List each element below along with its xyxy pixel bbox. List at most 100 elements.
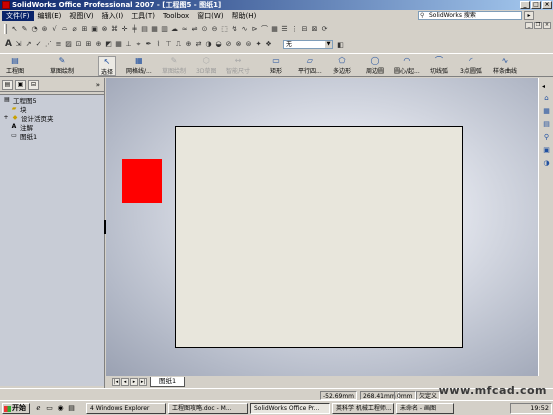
menu-window[interactable]: 窗口(W)	[193, 11, 227, 21]
show-edge-icon[interactable]: ⊞	[84, 39, 93, 49]
cmd-3point-arc[interactable]: ◜ 3点圆弧	[460, 56, 482, 76]
view-palette-icon[interactable]: ▣	[541, 145, 552, 155]
cosmetic-thread-icon[interactable]: ≈	[180, 24, 189, 34]
stacked-balloon-icon[interactable]: ⊙	[200, 24, 209, 34]
revision-table-icon[interactable]: ⊟	[300, 24, 309, 34]
datum-target-icon[interactable]: ⊗	[100, 24, 109, 34]
line-thickness-icon[interactable]: ≡	[54, 39, 63, 49]
center-mark-icon[interactable]: ✛	[120, 24, 129, 34]
wand-icon[interactable]: ✦	[254, 39, 263, 49]
collapse-arrow-icon[interactable]: ◂	[542, 83, 545, 90]
display-mode-icon[interactable]: ◒	[214, 39, 223, 49]
auto-balloon-icon[interactable]: ⊛	[40, 24, 49, 34]
multi-jog-leader-icon[interactable]: ↯	[230, 24, 239, 34]
cmd-drawing-group[interactable]: ▤ 工程图	[6, 56, 24, 76]
quicklaunch-explorer-icon[interactable]: ▤	[67, 404, 76, 413]
clock[interactable]: 19:52	[530, 404, 549, 412]
weld-symbol-icon[interactable]: ⌓	[60, 24, 69, 34]
tree-item-annotations[interactable]: A 注解	[0, 122, 104, 132]
balloon-icon[interactable]: ◔	[30, 24, 39, 34]
pen-icon[interactable]: ✒	[144, 39, 153, 49]
model-items-icon[interactable]: ⌘	[110, 24, 119, 34]
weldment-table-icon[interactable]: ⊠	[310, 24, 319, 34]
dowel-pin-icon[interactable]: ⊖	[210, 24, 219, 34]
property-manager-tab[interactable]: ▣	[15, 79, 26, 90]
centerline-icon[interactable]: ╪	[130, 24, 139, 34]
maximize-button[interactable]: □	[531, 1, 541, 9]
expand-panel-icon[interactable]: »	[96, 81, 100, 89]
arrow-icon[interactable]: ↗	[24, 39, 33, 49]
line-style-icon[interactable]: ⋰	[44, 39, 53, 49]
cmd-rectangle[interactable]: ▭ 矩形	[270, 56, 282, 76]
line-color-icon[interactable]: ▨	[64, 39, 73, 49]
align-icon[interactable]: ⊤	[164, 39, 173, 49]
prev-sheet-button[interactable]: ◂	[121, 378, 129, 386]
dimension-icon[interactable]: ⇲	[14, 39, 23, 49]
minimize-button[interactable]: _	[520, 1, 530, 9]
sheet-tab-active[interactable]: 图纸1	[150, 377, 186, 387]
cmd-3d-sketch[interactable]: ⬡ 3D草图	[196, 56, 216, 76]
layer-manager-icon[interactable]: ◧	[336, 40, 345, 50]
task-word-doc[interactable]: 工程图攻略.doc - M...	[168, 403, 248, 414]
quicklaunch-media-icon[interactable]: ◉	[56, 404, 65, 413]
plus-icon[interactable]: ⊕	[184, 39, 193, 49]
revision-cloud-icon[interactable]: ☁	[170, 24, 179, 34]
layer-select[interactable]: 无 ▼	[283, 40, 333, 49]
block-icon[interactable]: ▦	[150, 24, 159, 34]
toolbar-grip[interactable]	[4, 23, 7, 34]
measure-icon[interactable]: ⎍	[174, 39, 183, 49]
menu-tools[interactable]: 工具(T)	[127, 11, 159, 21]
smart-dimension-icon[interactable]: ↖	[10, 24, 19, 34]
note-icon[interactable]: ✎	[20, 24, 29, 34]
graphics-area[interactable]	[106, 78, 538, 376]
cmd-smart-dimension[interactable]: ↔ 智能尺寸	[226, 56, 250, 76]
menu-help[interactable]: 帮助(H)	[228, 11, 261, 21]
last-sheet-button[interactable]: ▸|	[139, 378, 147, 386]
quicklaunch-ie-icon[interactable]: ℯ	[34, 404, 43, 413]
solidworks-app-icon[interactable]	[2, 1, 10, 9]
search-pane-icon[interactable]: ⚲	[541, 132, 552, 142]
design-library-icon[interactable]: ▦	[541, 106, 552, 116]
general-table-icon[interactable]: ▦	[270, 24, 279, 34]
caterpillar-icon[interactable]: ∿	[240, 24, 249, 34]
check-icon[interactable]: ✓	[34, 39, 43, 49]
hatch-icon[interactable]: ▤	[140, 24, 149, 34]
weld-bead-icon[interactable]: ⌒	[260, 24, 269, 34]
pattern-icon[interactable]: ⊘	[224, 39, 233, 49]
table-icon[interactable]: ▥	[160, 24, 169, 34]
flip-icon[interactable]: ⇄	[194, 39, 203, 49]
cmd-sketch-group[interactable]: ✎ 草图绘制	[50, 56, 74, 76]
grid-icon[interactable]: ▦	[114, 39, 123, 49]
appearances-icon[interactable]: ◑	[541, 158, 552, 168]
layer-props-icon[interactable]: ⊕	[94, 39, 103, 49]
task-engineer[interactable]: 英科学 机械工程师...	[332, 403, 394, 414]
tree-item-sheet1[interactable]: ▭ 图纸1	[0, 131, 104, 141]
datum-feature-icon[interactable]: ▣	[90, 24, 99, 34]
cmd-tangent-arc[interactable]: ⌒ 切线弧	[430, 56, 448, 76]
section-icon[interactable]: ⊜	[244, 39, 253, 49]
cmd-select[interactable]: ↖ 选择	[98, 56, 117, 76]
cmd-sketch[interactable]: ✎ 草图绘制	[162, 56, 186, 76]
first-sheet-button[interactable]: |◂	[112, 378, 120, 386]
text-icon[interactable]: A	[4, 39, 13, 49]
shade-icon[interactable]: ◑	[204, 39, 213, 49]
cmd-perimeter-circle[interactable]: ◯ 周边圆	[366, 56, 384, 76]
task-paint[interactable]: 未命名 - 画图	[396, 403, 454, 414]
next-sheet-button[interactable]: ▸	[130, 378, 138, 386]
quicklaunch-desktop-icon[interactable]: ▭	[45, 404, 54, 413]
color-display-icon[interactable]: ◩	[104, 39, 113, 49]
tree-item-design-binder[interactable]: + ◆ 设计活页夹	[0, 113, 104, 123]
cmd-polygon[interactable]: ⬠ 多边形	[333, 56, 351, 76]
menu-file[interactable]: 文件(F)	[2, 10, 34, 21]
rebuild-icon[interactable]: ⟳	[320, 24, 329, 34]
hole-table-icon[interactable]: ⋮	[290, 24, 299, 34]
feature-tree-tab[interactable]: ▤	[2, 79, 13, 90]
task-solidworks[interactable]: SolidWorks Office Pr...	[250, 403, 330, 414]
layer-icon[interactable]: ❖	[264, 39, 273, 49]
hole-callout-icon[interactable]: ⌀	[70, 24, 79, 34]
menu-toolbox[interactable]: Toolbox	[159, 12, 193, 20]
close-button[interactable]: ×	[542, 1, 552, 9]
tree-item-drawing[interactable]: ▤ 工程图5	[0, 95, 104, 105]
hide-edge-icon[interactable]: ⊡	[74, 39, 83, 49]
home-icon[interactable]: ⌂	[541, 93, 552, 103]
